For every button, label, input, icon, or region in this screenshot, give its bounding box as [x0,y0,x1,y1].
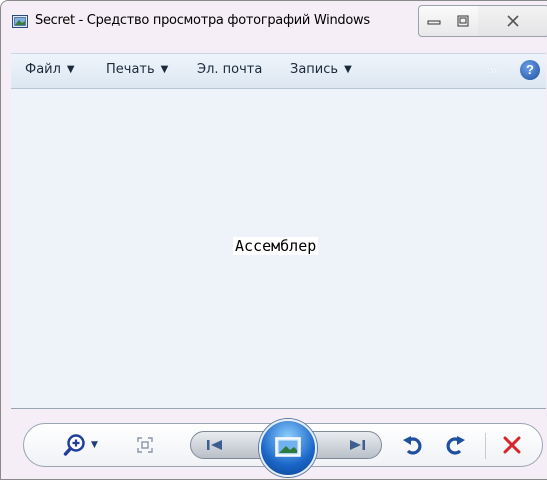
toolbar-divider [485,433,486,459]
title-bar[interactable]: Secret - Средство просмотра фотографий W… [1,1,547,39]
zoom-dropdown-arrow-icon[interactable]: ▼ [91,440,98,450]
close-icon [507,15,519,27]
next-icon[interactable] [346,438,368,452]
previous-icon[interactable] [204,438,226,452]
menu-file-label: Файл [25,62,61,77]
dropdown-arrow-icon: ▼ [160,64,169,75]
minimize-icon [427,20,441,25]
actual-size-icon[interactable] [137,437,153,453]
menu-file[interactable]: Файл ▼ [25,62,75,77]
menu-email[interactable]: Эл. почта [197,62,262,77]
command-bar: Файл ▼ Печать ▼ Эл. почта Запись ▼ » ? [11,53,546,89]
help-icon[interactable]: ? [520,60,540,80]
menu-print-label: Печать [106,62,155,77]
menu-burn[interactable]: Запись ▼ [290,62,352,77]
window-title: Secret - Средство просмотра фотографий W… [35,13,370,28]
minimize-button[interactable] [418,5,450,37]
maximize-icon [457,15,469,27]
slideshow-button[interactable] [259,419,317,477]
menu-print[interactable]: Печать ▼ [106,62,168,77]
rotate-clockwise-icon[interactable] [444,433,466,457]
dropdown-arrow-icon: ▼ [344,64,352,75]
double-chevron-icon[interactable]: » [489,61,498,79]
maximize-button[interactable] [448,5,479,37]
rotate-counterclockwise-icon[interactable] [402,433,424,457]
image-display-area[interactable]: Ассемблер [11,89,546,409]
delete-icon[interactable] [501,433,523,457]
zoom-icon[interactable] [63,433,87,457]
displayed-image-text: Ассемблер [233,237,319,255]
menu-email-label: Эл. почта [197,62,263,77]
menu-burn-label: Запись [290,62,339,77]
playback-toolbar: ▼ [23,419,543,477]
close-button[interactable] [478,5,547,37]
photo-viewer-app-icon [12,15,28,28]
slideshow-icon [275,437,301,457]
dropdown-arrow-icon: ▼ [66,64,75,75]
photo-viewer-window: Secret - Средство просмотра фотографий W… [0,0,547,480]
